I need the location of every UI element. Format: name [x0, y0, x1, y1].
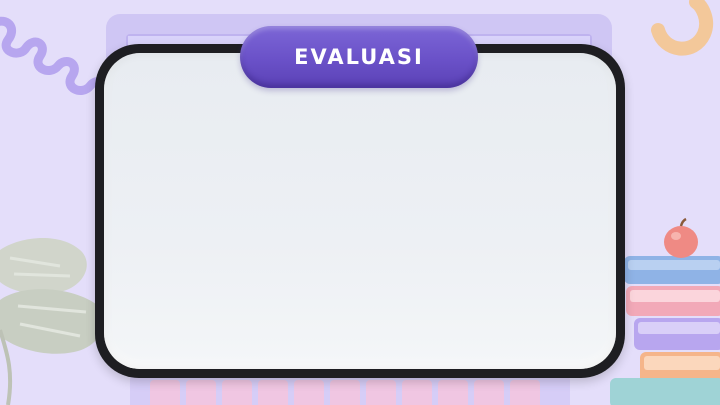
monstera-leaf [0, 237, 105, 405]
book-stack [610, 256, 720, 405]
ring-shape [651, 0, 714, 56]
title-banner: EVALUASI [240, 26, 478, 88]
slide-title: EVALUASI [294, 45, 424, 69]
content-board [95, 44, 625, 378]
content-area[interactable] [104, 53, 616, 369]
apple [664, 217, 698, 258]
keyboard-keys [130, 374, 570, 405]
